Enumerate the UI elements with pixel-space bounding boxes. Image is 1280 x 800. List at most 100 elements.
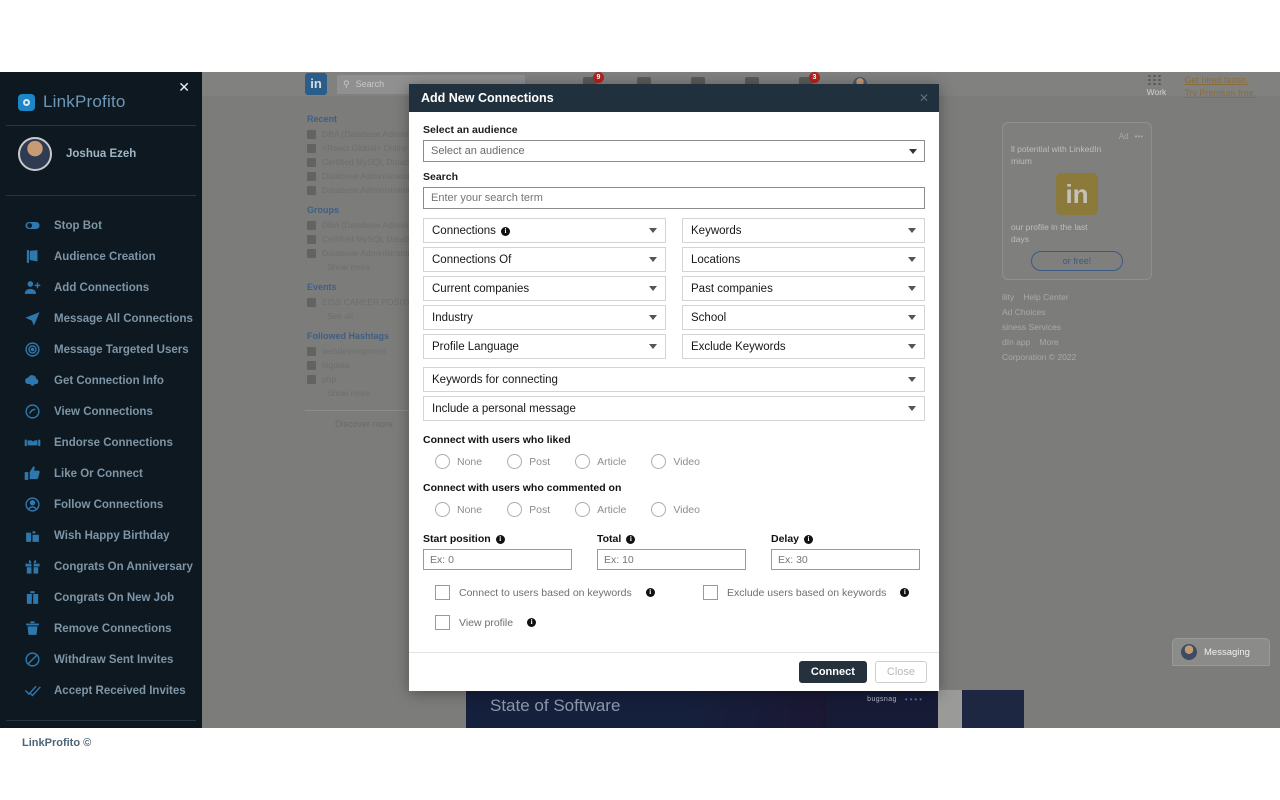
footer-link[interactable]: Ad Choices (1002, 307, 1045, 317)
sidebar-close-button[interactable]: ✕ (178, 80, 190, 94)
info-icon[interactable]: i (527, 618, 537, 627)
footer-link[interactable]: dIn app (1002, 337, 1030, 347)
sidebar-item-remove-connections[interactable]: Remove Connections (0, 613, 202, 644)
messaging-bar[interactable]: Messaging (1172, 638, 1270, 666)
work-menu[interactable]: Work (1146, 74, 1167, 97)
list-item[interactable]: Database Administrator (307, 248, 423, 258)
liked-radio-article[interactable]: Article (575, 454, 626, 469)
sidebar-item-message-targeted-users[interactable]: Message Targeted Users (0, 334, 202, 365)
info-icon[interactable]: i (900, 588, 910, 597)
commented-radio-none[interactable]: None (435, 502, 482, 517)
footer-link[interactable]: siness Services (1002, 322, 1061, 332)
commented-radio-video[interactable]: Video (651, 502, 700, 517)
sidebar-item-follow-connections[interactable]: Follow Connections (0, 489, 202, 520)
filter-profile-language[interactable]: Profile Language (423, 334, 666, 359)
sidebar-item-add-connections[interactable]: Add Connections (0, 272, 202, 303)
sidebar-item-congrats-on-new-job[interactable]: Congrats On New Job (0, 582, 202, 613)
hash-icon (307, 374, 316, 384)
filter-keywords[interactable]: Keywords (682, 218, 925, 243)
liked-radio-post[interactable]: Post (507, 454, 550, 469)
ad-menu-icon[interactable]: ••• (1135, 131, 1143, 143)
sidebar-item-accept-received-invites[interactable]: Accept Received Invites (0, 675, 202, 706)
close-icon[interactable]: ✕ (919, 91, 929, 105)
search-input[interactable] (423, 187, 925, 209)
liked-radio-video[interactable]: Video (651, 454, 700, 469)
footer-link[interactable]: Help Center (1023, 292, 1068, 302)
close-button[interactable]: Close (874, 661, 927, 683)
list-item[interactable]: <React Global> Online S (307, 143, 423, 153)
sidebar-item-view-connections[interactable]: View Connections (0, 396, 202, 427)
filter-connections[interactable]: Connections i (423, 218, 666, 243)
sidebar-item-endorse-connections[interactable]: Endorse Connections (0, 427, 202, 458)
filter-label: Current companies (432, 282, 530, 295)
filter-personal-message[interactable]: Include a personal message (423, 396, 925, 421)
filter-locations[interactable]: Locations (682, 247, 925, 272)
filter-industry[interactable]: Industry (423, 305, 666, 330)
checkbox-exclude-by-keywords[interactable]: Exclude users based on keywords i (703, 585, 910, 600)
list-item[interactable]: Database Administrator (307, 171, 423, 181)
list-item[interactable]: php (307, 374, 423, 384)
sidebar-item-like-or-connect[interactable]: Like Or Connect (0, 458, 202, 489)
sidebar-item-label: Follow Connections (54, 498, 164, 511)
list-item-label: <React Global> Online S (322, 143, 417, 153)
sidebar-item-get-connection-info[interactable]: Get Connection Info (0, 365, 202, 396)
try-premium-link[interactable]: Try Premium free. (1184, 87, 1256, 100)
chevron-down-icon (908, 315, 916, 320)
sidebar-item-wish-happy-birthday[interactable]: Wish Happy Birthday (0, 520, 202, 551)
radio-label: Video (673, 455, 700, 468)
liked-radio-none[interactable]: None (435, 454, 482, 469)
info-icon[interactable]: i (500, 226, 510, 236)
promo-banner[interactable]: State of Software (466, 690, 826, 728)
ad-cta-button[interactable]: or free! (1031, 251, 1123, 271)
ad-card-header: Ad ••• (1011, 131, 1143, 143)
filter-exclude-keywords[interactable]: Exclude Keywords (682, 334, 925, 359)
info-icon[interactable]: i (645, 588, 655, 597)
commented-radio-article[interactable]: Article (575, 502, 626, 517)
radio-circle-icon (435, 502, 450, 517)
discover-more-button[interactable]: Discover more (305, 410, 423, 437)
info-icon[interactable]: i (804, 535, 814, 544)
events-heading: Events (307, 282, 337, 292)
checkbox-connect-by-keywords[interactable]: Connect to users based on keywords i (435, 585, 703, 600)
chevron-down-icon (908, 257, 916, 262)
filter-label: Industry (432, 311, 473, 324)
list-item[interactable]: Database Administrator (307, 185, 423, 195)
list-item-label: DBA (Database Administ (322, 129, 416, 139)
list-item[interactable]: bigdata (307, 360, 423, 370)
sidebar-user[interactable]: Joshua Ezeh (0, 126, 202, 182)
list-item[interactable]: EISS CAREER POSITIONI (307, 297, 423, 307)
audience-select[interactable]: Select an audience (423, 140, 925, 162)
sidebar-item-stop-bot[interactable]: Stop Bot (0, 210, 202, 241)
sidebar-item-audience-creation[interactable]: Audience Creation (0, 241, 202, 272)
promo-banner-2[interactable]: •••• bugsnag (826, 690, 938, 728)
list-item[interactable]: DBA (Database Administ (307, 129, 423, 139)
work-label: Work (1146, 87, 1167, 97)
delay-input[interactable] (771, 549, 920, 570)
footer-link[interactable]: ility (1002, 292, 1014, 302)
start-position-input[interactable] (423, 549, 572, 570)
info-icon[interactable]: i (626, 535, 636, 544)
filter-connections-of[interactable]: Connections Of (423, 247, 666, 272)
footer-link[interactable]: More (1039, 337, 1058, 347)
sidebar-item-congrats-on-anniversary[interactable]: Congrats On Anniversary (0, 551, 202, 582)
checkbox-view-profile[interactable]: View profile i (435, 615, 537, 630)
filter-current-companies[interactable]: Current companies (423, 276, 666, 301)
connect-button[interactable]: Connect (798, 661, 867, 683)
sidebar-item-message-all-connections[interactable]: Message All Connections (0, 303, 202, 334)
list-item[interactable]: Certified MySQL Databa (307, 234, 423, 244)
list-item[interactable]: webdevelopment (307, 346, 423, 356)
list-item[interactable]: Certified MySQL Databa (307, 157, 423, 167)
filter-keywords-for-connecting[interactable]: Keywords for connecting (423, 367, 925, 392)
filter-school[interactable]: School (682, 305, 925, 330)
thumbs-up-icon (23, 465, 41, 483)
list-item[interactable]: DBA (Database Administ (307, 220, 423, 230)
total-input[interactable] (597, 549, 746, 570)
get-hired-link[interactable]: Get hired faster. (1184, 74, 1256, 87)
hash-icon (307, 346, 316, 356)
chevron-down-icon (649, 228, 657, 233)
filter-past-companies[interactable]: Past companies (682, 276, 925, 301)
commented-radio-post[interactable]: Post (507, 502, 550, 517)
sidebar-item-withdraw-sent-invites[interactable]: Withdraw Sent Invites (0, 644, 202, 675)
info-icon[interactable]: i (495, 535, 505, 544)
sidebar-brand: LinkProfito (0, 72, 202, 112)
